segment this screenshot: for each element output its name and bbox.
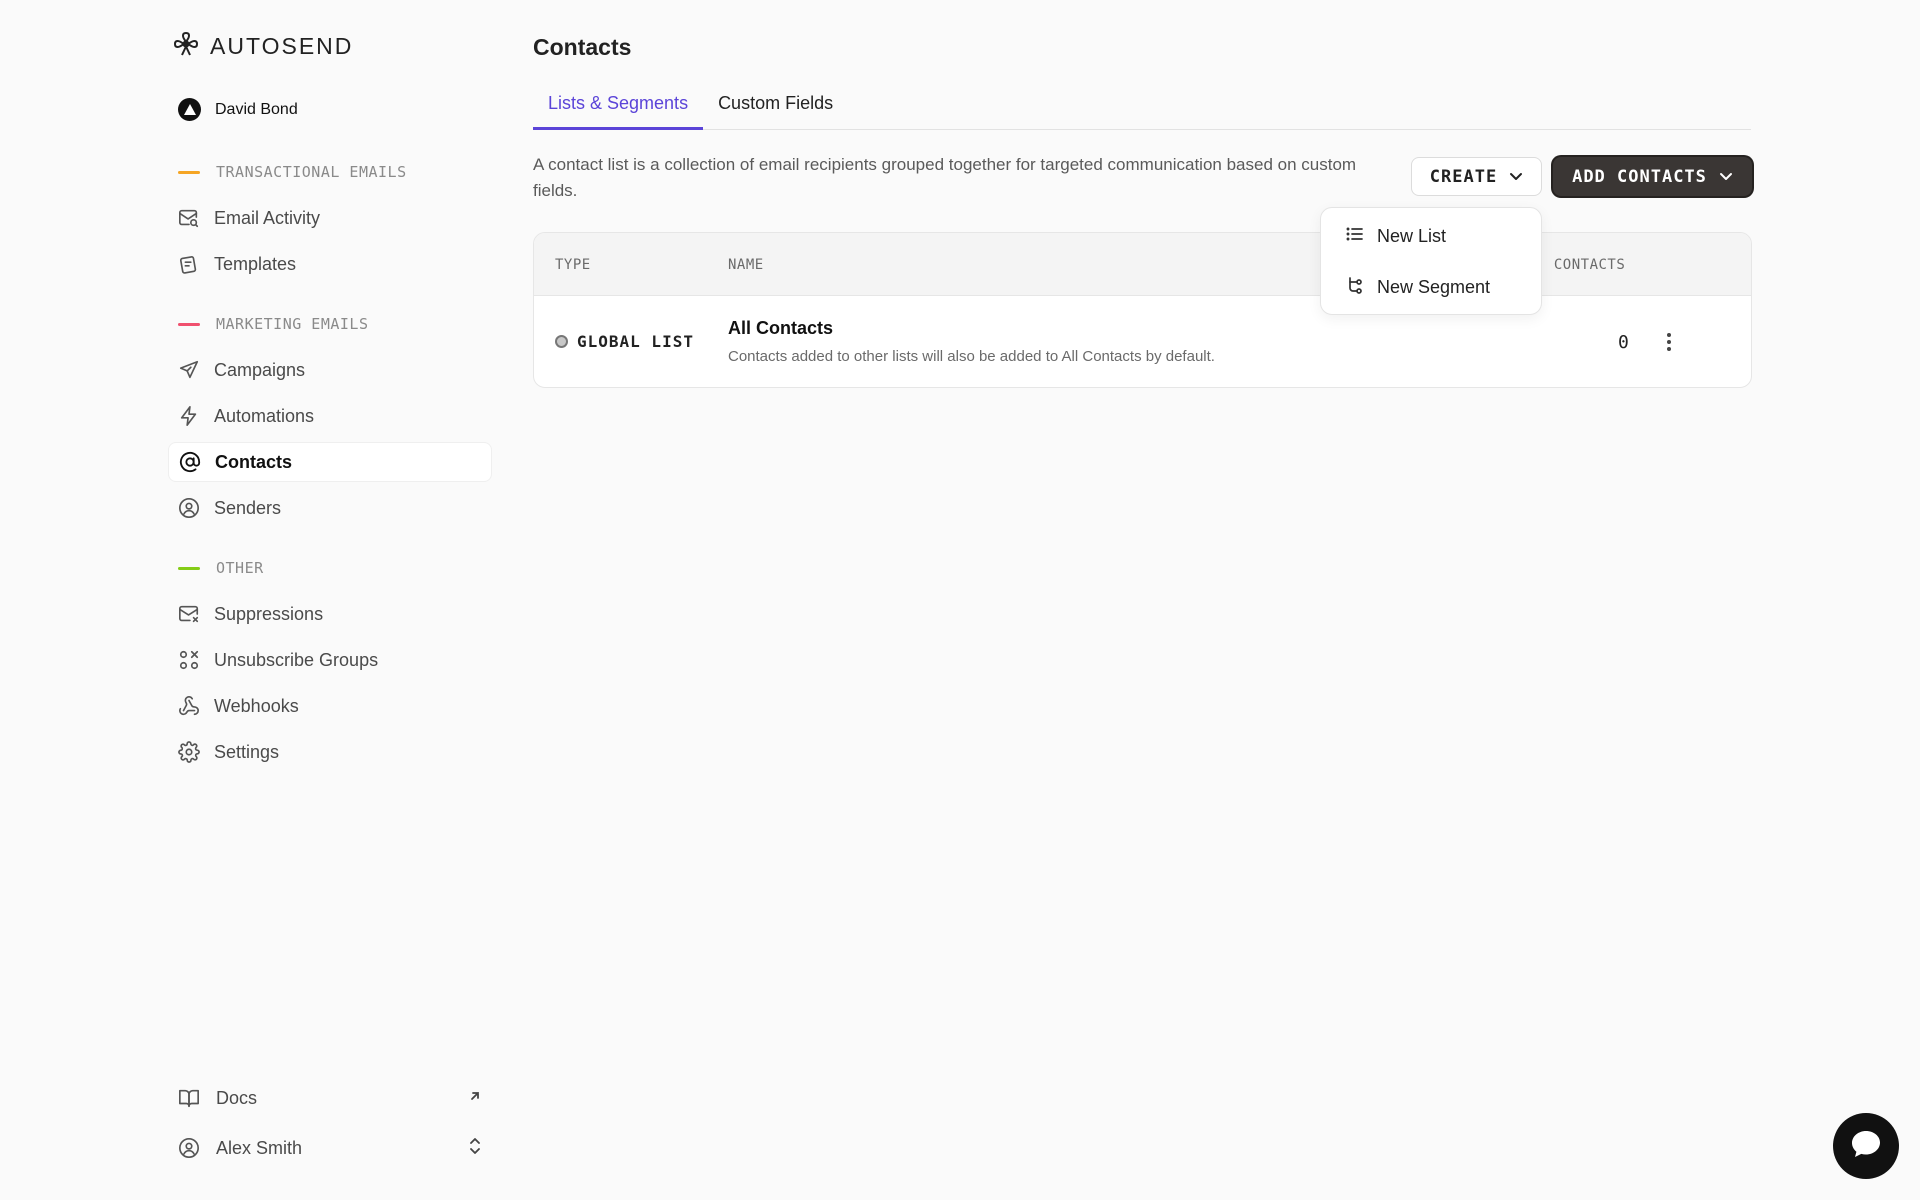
list-icon bbox=[1345, 224, 1365, 249]
sidebar-item-templates[interactable]: Templates bbox=[168, 244, 492, 284]
sidebar-item-label: Email Activity bbox=[214, 207, 321, 228]
chevron-down-icon bbox=[1509, 167, 1523, 187]
section-color-bar bbox=[178, 322, 200, 326]
book-icon bbox=[178, 1087, 200, 1109]
lists-table: TYPE NAME . CONTACTS GLOBAL LIST All Con… bbox=[533, 232, 1752, 388]
sidebar-item-label: Settings bbox=[214, 741, 280, 762]
segment-icon bbox=[1345, 275, 1365, 300]
chevron-down-icon bbox=[1719, 167, 1733, 187]
list-description: Contacts added to other lists will also … bbox=[728, 348, 1215, 365]
sidebar-item-label: Templates bbox=[214, 253, 297, 274]
section-label: OTHER bbox=[216, 559, 264, 577]
sidebar-item-settings[interactable]: Settings bbox=[168, 732, 492, 772]
tab-bar: Lists & Segments Custom Fields bbox=[533, 88, 1751, 130]
tab-lists-segments[interactable]: Lists & Segments bbox=[533, 88, 704, 130]
sidebar-item-automations[interactable]: Automations bbox=[168, 396, 492, 436]
sidebar-item-label: Webhooks bbox=[214, 695, 299, 716]
create-dropdown-menu: New List New Segment bbox=[1320, 207, 1542, 315]
chat-bubble-icon bbox=[1850, 1129, 1882, 1164]
account-avatar bbox=[178, 98, 201, 121]
groups-icon bbox=[178, 649, 200, 671]
add-contacts-button[interactable]: ADD CONTACTS bbox=[1553, 157, 1752, 196]
sidebar-item-label: Senders bbox=[214, 497, 282, 518]
column-header-contacts: . CONTACTS bbox=[1536, 257, 1626, 273]
chevrons-up-down-icon bbox=[468, 1137, 482, 1160]
menu-item-new-list[interactable]: New List bbox=[1345, 224, 1446, 249]
account-name: David Bond bbox=[215, 100, 298, 118]
chat-support-button[interactable] bbox=[1833, 1113, 1899, 1179]
table-header: TYPE NAME . CONTACTS bbox=[534, 233, 1751, 296]
sidebar-item-label: Suppressions bbox=[214, 603, 324, 624]
section-transactional-emails: TRANSACTIONAL EMAILS bbox=[178, 163, 407, 181]
section-color-bar bbox=[178, 566, 200, 570]
sidebar: AUTOSEND David Bond TRANSACTIONAL EMAILS… bbox=[0, 0, 500, 1200]
templates-icon bbox=[178, 253, 200, 275]
user-menu[interactable]: Alex Smith bbox=[178, 1130, 482, 1166]
tab-custom-fields[interactable]: Custom Fields bbox=[703, 88, 848, 130]
more-vertical-icon[interactable] bbox=[1658, 330, 1680, 354]
sidebar-item-label: Contacts bbox=[215, 451, 293, 472]
section-color-bar bbox=[178, 170, 200, 174]
gear-icon bbox=[178, 741, 200, 763]
sidebar-item-webhooks[interactable]: Webhooks bbox=[168, 686, 492, 726]
section-other: OTHER bbox=[178, 559, 264, 577]
sidebar-item-label: Campaigns bbox=[214, 359, 306, 380]
page-title: Contacts bbox=[533, 34, 632, 60]
user-circle-icon bbox=[178, 497, 200, 519]
contacts-count: 0 bbox=[1618, 332, 1629, 353]
sidebar-item-label: Unsubscribe Groups bbox=[214, 649, 379, 670]
menu-item-new-segment[interactable]: New Segment bbox=[1345, 275, 1490, 300]
sidebar-item-label: Automations bbox=[214, 405, 315, 426]
sidebar-item-unsubscribe-groups[interactable]: Unsubscribe Groups bbox=[168, 640, 492, 680]
section-marketing-emails: MARKETING EMAILS bbox=[178, 315, 369, 333]
webhook-icon bbox=[178, 695, 200, 717]
user-circle-icon bbox=[178, 1137, 200, 1159]
type-indicator-dot bbox=[555, 335, 568, 348]
user-name: Alex Smith bbox=[216, 1137, 303, 1158]
type-label: GLOBAL LIST bbox=[577, 332, 694, 351]
brand-name: AUTOSEND bbox=[210, 33, 354, 59]
create-button-label: CREATE bbox=[1429, 166, 1498, 187]
docs-link[interactable]: Docs bbox=[178, 1080, 482, 1116]
at-sign-icon bbox=[179, 451, 201, 473]
column-header-name: NAME bbox=[728, 257, 764, 273]
column-header-type: TYPE bbox=[555, 257, 591, 273]
account-switcher[interactable]: David Bond bbox=[178, 98, 298, 121]
docs-label: Docs bbox=[216, 1087, 258, 1108]
page-description: A contact list is a collection of email … bbox=[533, 155, 1357, 200]
mail-x-icon bbox=[178, 603, 200, 625]
section-label: TRANSACTIONAL EMAILS bbox=[216, 163, 407, 181]
brand-logo[interactable]: AUTOSEND bbox=[172, 30, 353, 63]
table-row[interactable]: GLOBAL LIST All Contacts Contacts added … bbox=[534, 296, 1751, 387]
menu-item-label: New Segment bbox=[1377, 277, 1491, 297]
add-contacts-label: ADD CONTACTS bbox=[1572, 166, 1707, 187]
external-link-icon bbox=[468, 1089, 482, 1108]
create-button[interactable]: CREATE bbox=[1411, 157, 1542, 196]
menu-item-label: New List bbox=[1377, 226, 1447, 246]
sidebar-item-senders[interactable]: Senders bbox=[168, 488, 492, 528]
section-label: MARKETING EMAILS bbox=[216, 315, 369, 333]
sidebar-item-campaigns[interactable]: Campaigns bbox=[168, 350, 492, 390]
mail-search-icon bbox=[178, 207, 200, 229]
list-name: All Contacts bbox=[728, 318, 834, 338]
send-icon bbox=[178, 359, 200, 381]
sidebar-item-suppressions[interactable]: Suppressions bbox=[168, 594, 492, 634]
sidebar-item-email-activity[interactable]: Email Activity bbox=[168, 198, 492, 238]
autosend-logo-icon bbox=[172, 30, 200, 63]
bolt-icon bbox=[178, 405, 200, 427]
sidebar-item-contacts[interactable]: Contacts bbox=[168, 442, 492, 482]
type-cell: GLOBAL LIST bbox=[555, 332, 694, 351]
